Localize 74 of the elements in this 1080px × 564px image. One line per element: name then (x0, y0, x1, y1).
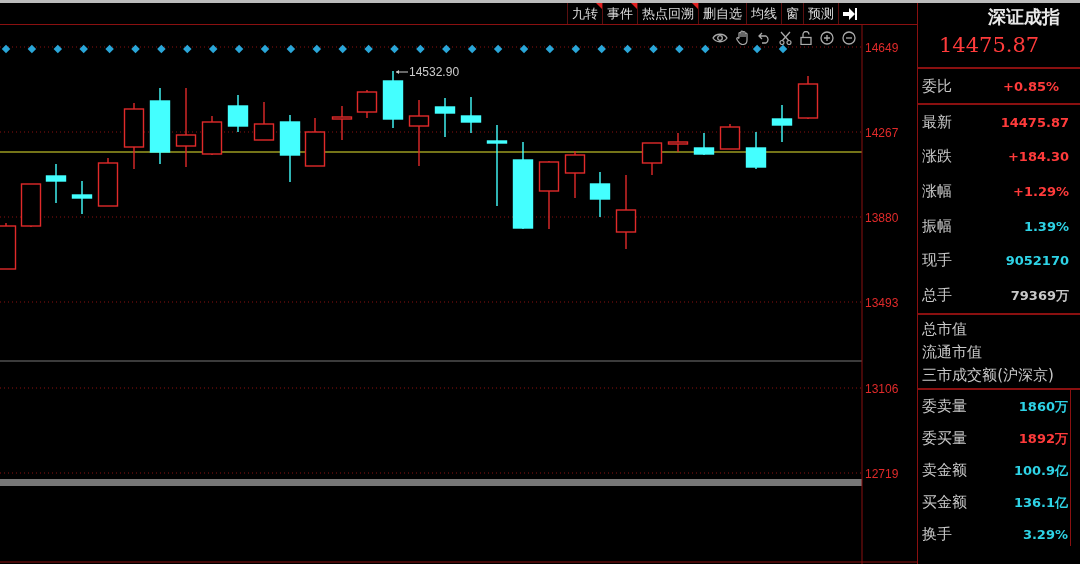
field-label: 振幅 (922, 216, 953, 236)
price-axis-label: 14267 (865, 126, 899, 140)
candlestick (123, 102, 145, 170)
candlestick (538, 160, 560, 230)
field-label: 流通市值 (922, 342, 984, 363)
high-price-label: 14532.90 (409, 65, 460, 79)
field-value: 3.29% (1021, 527, 1069, 542)
index-price: 14475.87 (938, 33, 1041, 57)
candlestick (667, 132, 689, 153)
candlestick (97, 157, 119, 207)
field-label: 总手 (922, 286, 953, 306)
field-value: 1.39% (1022, 218, 1070, 234)
candlestick (589, 171, 611, 218)
candlestick (745, 131, 767, 170)
candlestick (771, 104, 793, 143)
candlestick (71, 180, 93, 215)
candlestick (253, 101, 275, 141)
ratio-value: +0.85% (1002, 78, 1060, 94)
lock-icon[interactable] (800, 30, 812, 45)
toolbar-button[interactable]: 热点回溯 (637, 3, 699, 24)
field-label: 换手 (922, 525, 953, 544)
candlestick (382, 70, 404, 129)
field-label: 委买量 (922, 429, 968, 448)
index-name: 深证成指 (987, 5, 1061, 29)
candlestick (460, 96, 482, 134)
field-value: 79369万 (1009, 286, 1070, 305)
candlestick (641, 142, 663, 176)
zoom-in-icon[interactable] (820, 30, 834, 45)
candlestick (227, 94, 249, 133)
field-value: 14475.87 (999, 114, 1070, 130)
field-label: 总市值 (922, 319, 969, 340)
price-axis-label: 13493 (865, 296, 899, 310)
field-label: 现手 (922, 251, 953, 271)
candlestick (693, 132, 715, 156)
candlestick (719, 123, 741, 150)
zoom-out-icon[interactable] (842, 30, 856, 45)
field-value: +1.29% (1012, 184, 1070, 200)
field-value: +184.30 (1006, 149, 1070, 165)
candlestick (279, 114, 301, 183)
toolbar-button[interactable]: 事件 (602, 3, 638, 24)
price-axis-label: 12719 (865, 467, 899, 481)
eye-icon[interactable] (712, 31, 728, 44)
price-axis-label: 13106 (865, 382, 899, 396)
hand-icon[interactable] (736, 30, 750, 45)
collapse-arrow-icon (843, 7, 858, 20)
candlestick (201, 115, 223, 156)
field-label: 买金额 (922, 493, 968, 512)
leader-line (395, 70, 409, 74)
field-value: 100.9亿 (1012, 461, 1069, 480)
candlestick (564, 150, 586, 199)
toolbar-button[interactable]: 九转 (567, 3, 603, 24)
candlestick (356, 89, 378, 119)
field-label: 涨跌 (922, 147, 953, 167)
field-value: 9052170 (1004, 253, 1070, 269)
ratio-label: 委比 (922, 76, 953, 96)
field-value: 136.1亿 (1012, 493, 1069, 512)
candlestick (434, 97, 456, 138)
price-axis-label: 14649 (865, 41, 899, 55)
candlestick (331, 105, 353, 141)
candlestick (304, 117, 326, 167)
candlestick (408, 99, 430, 167)
field-value: 1860万 (1017, 397, 1069, 416)
candlestick (45, 163, 67, 204)
field-label: 三市成交额(沪深京) (922, 365, 1055, 386)
field-label: 委卖量 (922, 397, 968, 416)
scissors-icon[interactable] (779, 30, 792, 45)
candlestick (20, 183, 42, 228)
undo-icon[interactable] (758, 31, 771, 44)
price-axis-label: 13880 (865, 211, 899, 225)
field-value: 1892万 (1017, 429, 1069, 448)
candlestick (797, 75, 819, 120)
field-label: 最新 (922, 112, 953, 132)
field-label: 涨幅 (922, 182, 953, 202)
field-label: 卖金额 (922, 461, 968, 480)
